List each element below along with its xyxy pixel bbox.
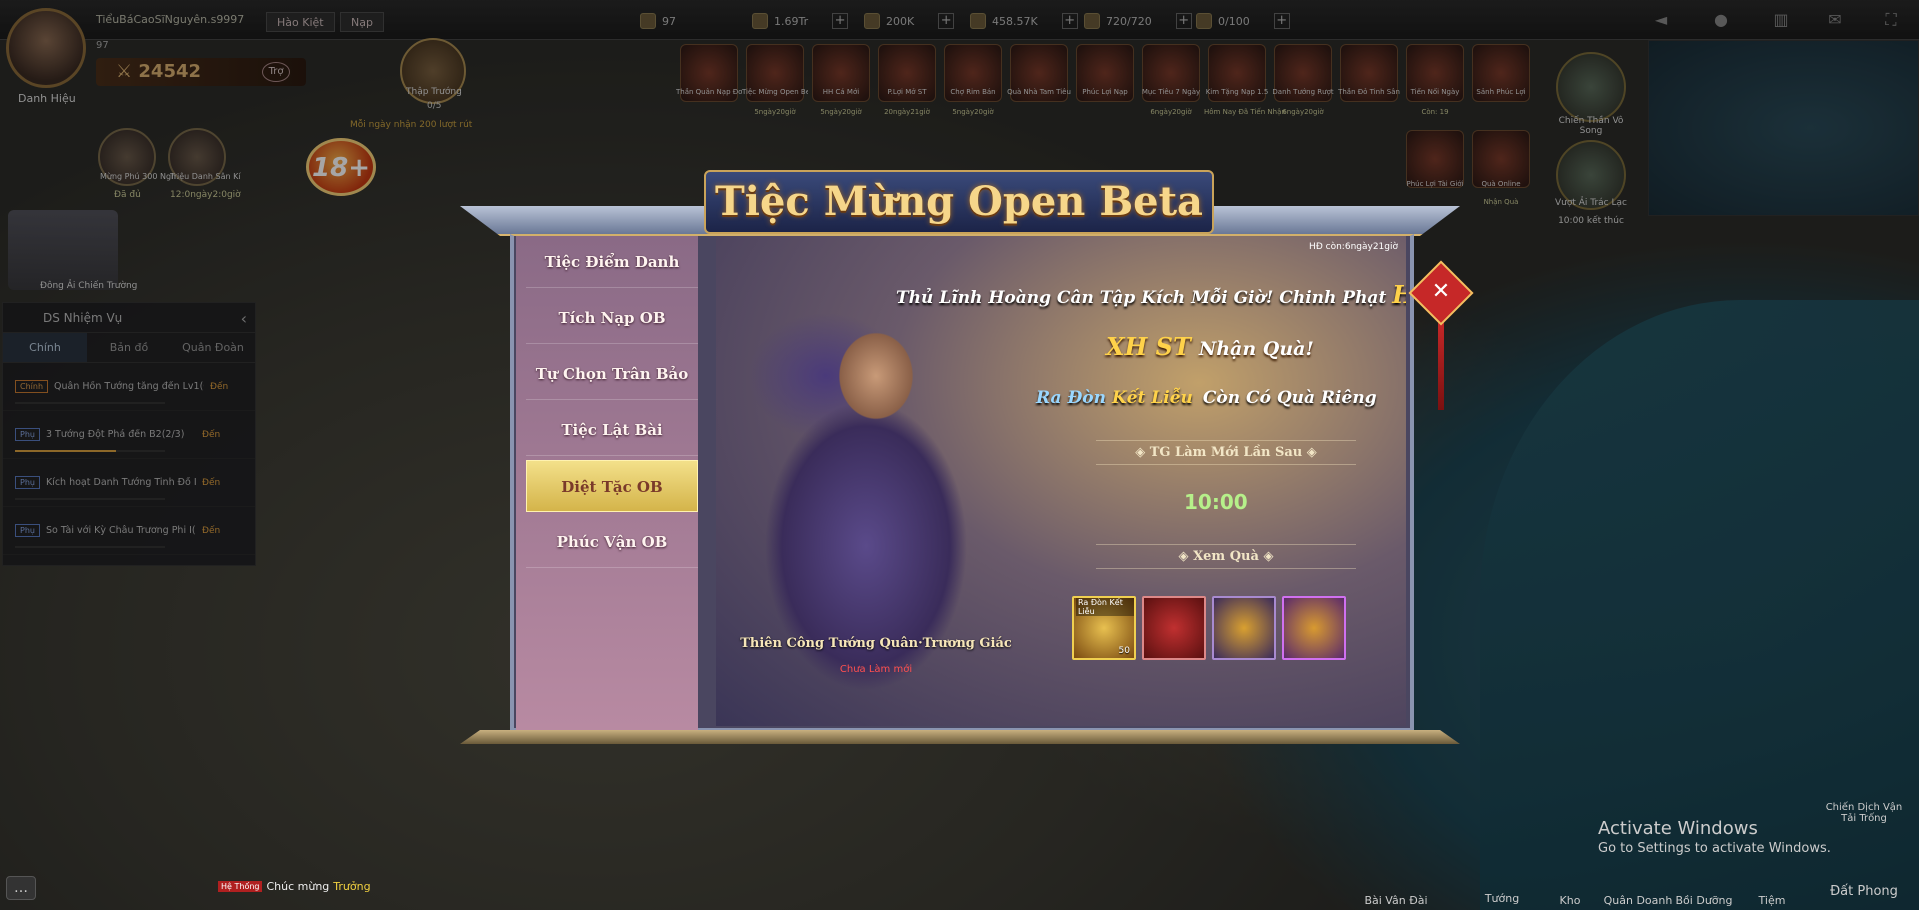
close-icon: ✕ — [1431, 279, 1451, 304]
event-content: HĐ còn:6ngày21giờ Thủ Lĩnh Hoàng Cân Tập… — [716, 236, 1406, 726]
promo-line-1: Thủ Lĩnh Hoàng Cân Tập Kích Mỗi Giờ! Chi… — [896, 280, 1406, 309]
chien-dich-button[interactable]: Chiến Dịch Vận Tải Trống — [1824, 802, 1904, 824]
menu-item-phuc-van[interactable]: Phúc Vận OB — [526, 516, 698, 568]
bai-van-dai-button[interactable]: Bài Vân Đài — [1356, 894, 1436, 907]
menu-item-diem-danh[interactable]: Tiệc Điểm Danh — [526, 236, 698, 288]
chat-icon[interactable]: … — [6, 876, 36, 900]
modal-title-plate: Tiệc Mừng Open Beta — [704, 170, 1214, 234]
emblem-icon[interactable] — [1282, 596, 1346, 660]
reward-list: Ra Đòn Kết Liễu 50 — [1072, 596, 1346, 660]
refresh-label: ◈ TG Làm Mới Lần Sau ◈ — [1096, 440, 1356, 465]
menu-item-diet-tac[interactable]: Diệt Tặc OB — [526, 460, 698, 512]
chat-message: Hệ Thống Chúc mừng Trưởng — [218, 880, 371, 893]
hero-status: Chưa Làm mới — [839, 664, 913, 675]
gold-ingot-icon[interactable]: Ra Đòn Kết Liễu 50 — [1072, 596, 1136, 660]
dat-phong-button[interactable]: Đất Phong — [1824, 884, 1904, 899]
golden-leaf-icon[interactable] — [1212, 596, 1276, 660]
refresh-countdown: 10:00 — [1184, 490, 1248, 514]
view-rewards-button[interactable]: ◈ Xem Quà ◈ — [1096, 544, 1356, 569]
tiem-button[interactable]: Tiệm — [1732, 894, 1812, 907]
menu-item-tu-chon[interactable]: Tự Chọn Trân Bảo — [526, 348, 698, 400]
windows-activation-watermark: Activate Windows Go to Settings to activ… — [1598, 818, 1831, 856]
menu-item-tich-nap[interactable]: Tích Nạp OB — [526, 292, 698, 344]
menu-item-lat-bai[interactable]: Tiệc Lật Bài — [526, 404, 698, 456]
red-seal-icon[interactable] — [1142, 596, 1206, 660]
event-modal: Tiệc Mừng Open Beta Tiệc Điểm Danh Tích … — [460, 170, 1474, 746]
modal-title: Tiệc Mừng Open Beta — [715, 178, 1203, 225]
event-menu: Tiệc Điểm Danh Tích Nạp OB Tự Chọn Trân … — [516, 236, 698, 730]
event-remaining-time: HĐ còn:6ngày21giờ — [1309, 242, 1398, 252]
promo-line-3: Ra Đòn Kết Liễu Còn Có Quà Riêng — [1036, 388, 1377, 408]
tassel-decoration — [1438, 320, 1444, 410]
modal-base — [460, 730, 1460, 744]
promo-line-2: XH ST Nhận Quà! — [1106, 332, 1314, 361]
hero-name: Thiên Công Tướng Quân·Trương Giác — [740, 636, 1012, 651]
